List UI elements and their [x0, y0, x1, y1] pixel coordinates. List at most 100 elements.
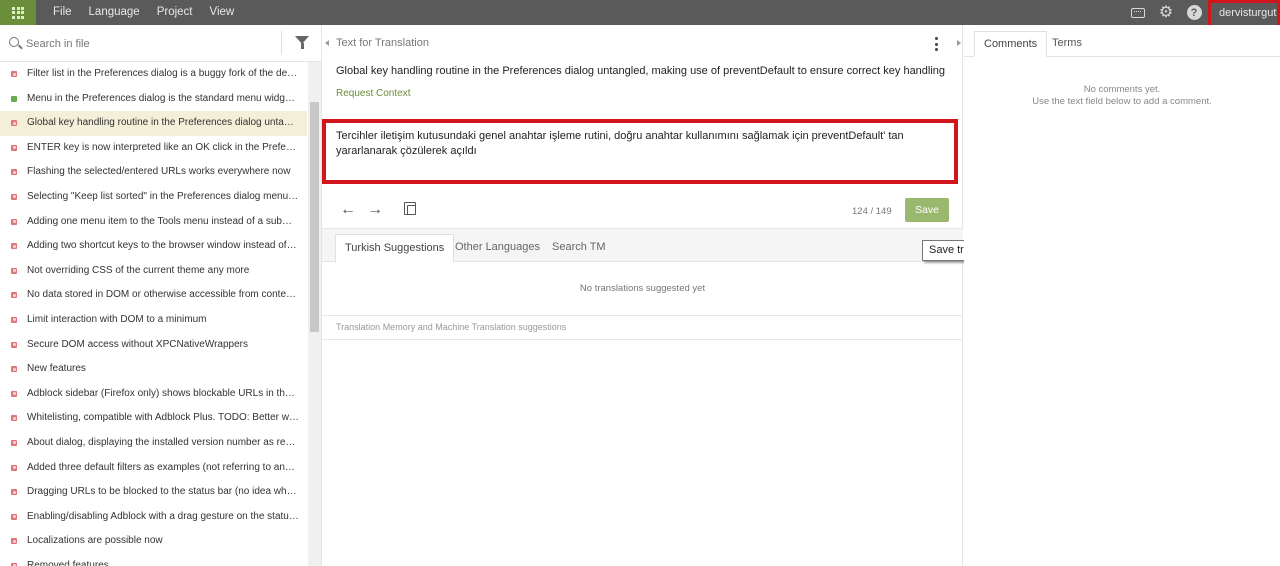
tab-turkish-suggestions[interactable]: Turkish Suggestions [335, 234, 455, 263]
filter-icon[interactable] [295, 36, 309, 49]
list-item[interactable]: Menu in the Preferences dialog is the st… [0, 87, 307, 112]
no-comments-hint: Use the text field below to add a commen… [1032, 96, 1212, 107]
list-item-text: Flashing the selected/entered URLs works… [27, 166, 291, 178]
list-item[interactable]: Not overriding CSS of the current theme … [0, 259, 307, 284]
list-item-text: Selecting "Keep list sorted" in the Pref… [27, 190, 305, 202]
tab-terms[interactable]: Terms [1043, 31, 1091, 57]
list-item[interactable]: Global key handling routine in the Prefe… [0, 111, 307, 136]
copy-source-icon[interactable] [404, 202, 416, 215]
translation-editor[interactable]: Tercihler iletişim kutusundaki genel ana… [322, 119, 958, 184]
settings-gear-icon[interactable]: ⚙ [1152, 0, 1180, 25]
untranslated-status-icon [11, 316, 17, 323]
keyboard-icon[interactable] [1124, 0, 1152, 25]
list-item[interactable]: Flashing the selected/entered URLs works… [0, 160, 307, 185]
list-item[interactable]: Selecting "Keep list sorted" in the Pref… [0, 185, 307, 210]
list-item-text: Adding one menu item to the Tools menu i… [27, 215, 305, 227]
comments-panel: Comments Terms No comments yet. Use the … [957, 25, 1280, 566]
next-arrow-icon[interactable]: → [367, 202, 383, 218]
untranslated-status-icon [11, 366, 17, 373]
no-comments-line: No comments yet. [1083, 84, 1161, 95]
untranslated-status-icon [11, 243, 17, 250]
list-item[interactable]: No data stored in DOM or otherwise acces… [0, 283, 307, 308]
untranslated-status-icon [11, 193, 17, 200]
list-item[interactable]: Whitelisting, compatible with Adblock Pl… [0, 406, 307, 431]
list-item-text: Adding two shortcut keys to the browser … [27, 240, 303, 252]
untranslated-status-icon [11, 538, 17, 545]
top-bar: File Language Project View ⚙ ? dervistur… [0, 0, 1280, 29]
save-button[interactable]: Save [905, 198, 949, 222]
list-item[interactable]: About dialog, displaying the installed v… [0, 431, 307, 456]
help-icon[interactable]: ? [1180, 0, 1208, 25]
list-item[interactable]: Secure DOM access without XPCNativeWrapp… [0, 333, 307, 358]
list-item[interactable]: Adding one menu item to the Tools menu i… [0, 210, 307, 235]
untranslated-status-icon [11, 439, 17, 446]
untranslated-status-icon [11, 169, 17, 176]
translated-status-icon [11, 95, 17, 102]
list-item[interactable]: Filter list in the Preferences dialog is… [0, 62, 307, 87]
source-text: Global key handling routine in the Prefe… [336, 65, 946, 77]
right-tabs: Comments Terms [964, 25, 1280, 57]
tab-other-languages[interactable]: Other Languages [446, 234, 549, 263]
divider [281, 31, 282, 55]
untranslated-status-icon [11, 341, 17, 348]
list-item-text: New features [27, 363, 86, 375]
menu-project[interactable]: Project [149, 0, 201, 25]
editor-panel: Text for Translation Global key handling… [322, 25, 963, 566]
apps-grid-icon[interactable] [0, 0, 36, 25]
menu-language[interactable]: Language [81, 0, 148, 25]
list-item-text: Menu in the Preferences dialog is the st… [27, 92, 305, 104]
more-options-icon[interactable] [934, 37, 938, 51]
list-scrollbar[interactable] [308, 62, 321, 566]
file-list-panel: Filter list in the Preferences dialog is… [0, 25, 322, 566]
list-item[interactable]: Localizations are possible now [0, 529, 307, 554]
scroll-thumb[interactable] [310, 102, 319, 332]
untranslated-status-icon [11, 513, 17, 520]
list-item[interactable]: Dragging URLs to be blocked to the statu… [0, 480, 307, 505]
untranslated-status-icon [11, 415, 17, 422]
untranslated-status-icon [11, 218, 17, 225]
request-context-link[interactable]: Request Context [336, 88, 411, 99]
untranslated-status-icon [11, 71, 17, 77]
list-item-text: Removed features [27, 559, 109, 566]
translation-textarea[interactable]: Tercihler iletişim kutusundaki genel ana… [336, 129, 942, 159]
menu-file[interactable]: File [45, 0, 80, 25]
search-icon [9, 37, 19, 47]
search-row [0, 25, 322, 62]
list-item[interactable]: Limit interaction with DOM to a minimum [0, 308, 307, 333]
no-comments-text: No comments yet. Use the text field belo… [964, 84, 1280, 108]
list-item[interactable]: Adding two shortcut keys to the browser … [0, 234, 307, 259]
list-item-text: Not overriding CSS of the current theme … [27, 264, 250, 276]
untranslated-status-icon [11, 120, 17, 127]
previous-arrow-icon[interactable]: ← [340, 202, 356, 218]
tab-comments[interactable]: Comments [974, 31, 1048, 57]
list-item[interactable]: Added three default filters as examples … [0, 456, 307, 481]
untranslated-status-icon [11, 292, 17, 299]
list-item-text: Localizations are possible now [27, 535, 163, 547]
list-item-text: Global key handling routine in the Prefe… [27, 117, 306, 129]
untranslated-status-icon [11, 390, 17, 397]
list-item[interactable]: ENTER key is now interpreted like an OK … [0, 136, 307, 161]
list-item[interactable]: Enabling/disabling Adblock with a drag g… [0, 505, 307, 530]
list-item[interactable]: New features [0, 357, 307, 382]
editor-toolbar: ← → 124 / 149 Save [322, 192, 963, 228]
main-menu: File Language Project View [36, 0, 242, 25]
list-item[interactable]: Adblock sidebar (Firefox only) shows blo… [0, 382, 307, 407]
collapse-left-icon[interactable] [325, 40, 329, 46]
section-label: Text for Translation [336, 37, 429, 49]
list-item-text: Dragging URLs to be blocked to the statu… [27, 486, 307, 498]
suggestion-tabs: Turkish Suggestions Other Languages Sear… [322, 228, 963, 263]
search-input[interactable] [26, 35, 266, 53]
untranslated-status-icon [11, 267, 17, 274]
string-list: Filter list in the Preferences dialog is… [0, 62, 307, 566]
list-item-text: Whitelisting, compatible with Adblock Pl… [27, 412, 307, 424]
no-suggestions-text: No translations suggested yet [579, 283, 706, 294]
list-item-text: Added three default filters as examples … [27, 461, 307, 473]
menu-view[interactable]: View [202, 0, 243, 25]
list-item[interactable]: Removed features [0, 554, 307, 566]
tab-search-tm[interactable]: Search TM [543, 234, 615, 263]
list-item-text: Enabling/disabling Adblock with a drag g… [27, 510, 305, 522]
list-item-text: ENTER key is now interpreted like an OK … [27, 141, 307, 153]
list-item-text: Secure DOM access without XPCNativeWrapp… [27, 338, 249, 350]
untranslated-status-icon [11, 144, 17, 151]
collapse-right-icon[interactable] [957, 40, 961, 46]
